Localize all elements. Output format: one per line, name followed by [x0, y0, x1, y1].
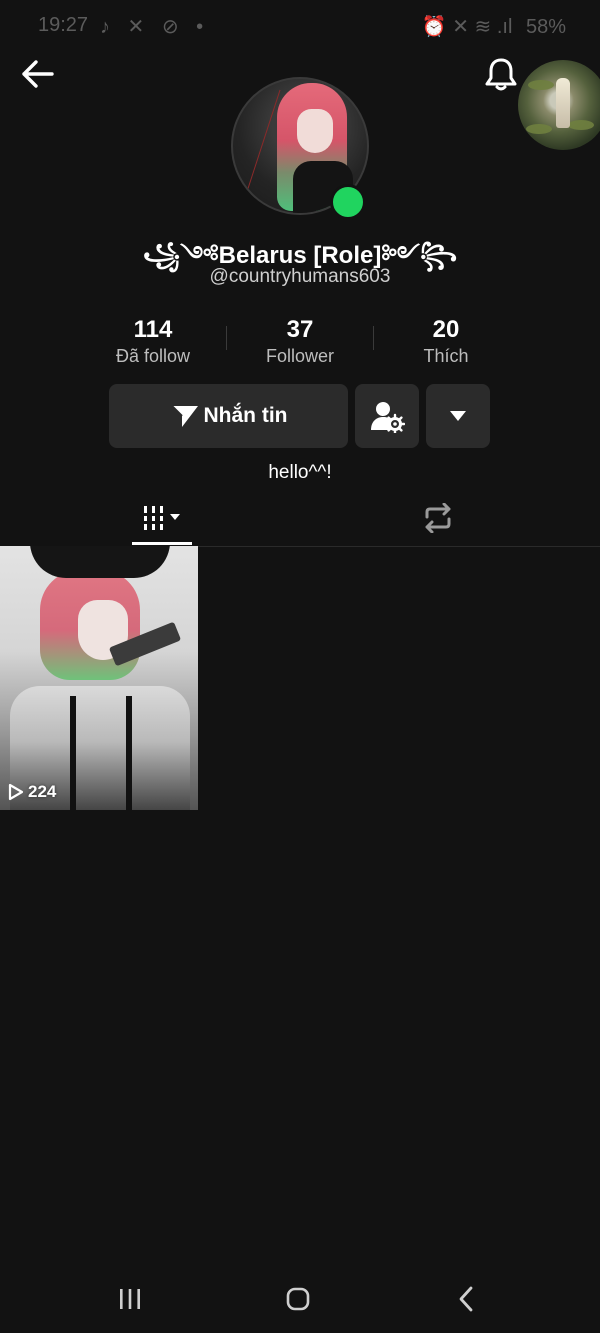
person-gear-icon — [371, 402, 405, 433]
chevron-left-icon — [459, 1286, 473, 1312]
stat-likes-label: Thích — [423, 346, 469, 366]
profile-stats: 114 Đã follow 37 Follower 20 Thích — [80, 316, 520, 368]
arrow-left-icon — [22, 60, 54, 88]
stat-followers-label: Follower — [265, 346, 335, 366]
video-figure-hat — [30, 546, 170, 578]
stat-following-label: Đã follow — [115, 346, 191, 366]
tab-reposts[interactable] — [408, 490, 468, 546]
online-status-indicator — [330, 184, 366, 220]
avatar-background-line — [242, 89, 281, 205]
video-views: 224 — [28, 782, 57, 801]
message-button[interactable]: Nhắn tin — [109, 384, 348, 448]
status-bar: 19:27 ♪ ✕ ⊘ • ⏰ ✕ ≋ .ıl 58% — [0, 0, 600, 52]
notifications-button[interactable] — [482, 54, 520, 94]
person-settings-button[interactable] — [355, 384, 419, 448]
grid-icon — [144, 506, 180, 530]
thumbnail-foliage — [528, 80, 554, 90]
stat-divider — [373, 326, 374, 350]
system-back-button[interactable] — [446, 1282, 486, 1316]
floating-video-thumbnail[interactable] — [518, 60, 600, 150]
bio: hello^^! — [268, 462, 332, 483]
thumbnail-figure — [556, 78, 570, 128]
message-button-label: Nhắn tin — [203, 404, 288, 427]
back-button[interactable] — [16, 56, 60, 92]
tab-videos[interactable] — [132, 490, 192, 546]
video-thumbnail[interactable]: 224 — [0, 546, 198, 810]
stat-followers[interactable]: 37 Follower — [230, 316, 370, 368]
content-tabs — [0, 490, 600, 547]
active-tab-indicator — [132, 542, 192, 545]
recents-button[interactable] — [110, 1282, 150, 1316]
username: @countryhumans603 — [209, 266, 391, 287]
stat-followers-count: 37 — [286, 316, 314, 343]
system-navigation-bar — [0, 1268, 600, 1333]
home-button[interactable] — [278, 1282, 318, 1316]
stat-following[interactable]: 114 Đã follow — [83, 316, 223, 368]
home-icon — [286, 1287, 310, 1311]
thumbnail-foliage — [568, 120, 594, 130]
video-figure-straps — [70, 696, 76, 810]
stat-likes-count: 20 — [432, 316, 460, 343]
stat-likes[interactable]: 20 Thích — [376, 316, 516, 368]
status-system-icons: ⏰ ✕ ≋ .ıl — [421, 16, 513, 38]
status-time: 19:27 — [38, 14, 89, 36]
bell-icon — [485, 58, 517, 91]
video-view-count: 224 — [8, 782, 56, 802]
repost-icon — [425, 503, 451, 533]
status-notification-icons: ♪ ✕ ⊘ • — [100, 16, 210, 38]
caret-down-icon — [450, 411, 466, 421]
more-options-dropdown[interactable] — [426, 384, 490, 448]
send-icon — [170, 405, 198, 427]
play-icon — [8, 783, 24, 801]
stat-following-count: 114 — [133, 316, 173, 343]
stat-divider — [226, 326, 227, 350]
status-right-group: ⏰ ✕ ≋ .ıl 58% — [414, 14, 566, 39]
avatar-face — [297, 109, 333, 153]
thumbnail-foliage — [526, 124, 552, 134]
recents-icon — [120, 1289, 140, 1309]
battery-percent: 58% — [525, 16, 566, 38]
